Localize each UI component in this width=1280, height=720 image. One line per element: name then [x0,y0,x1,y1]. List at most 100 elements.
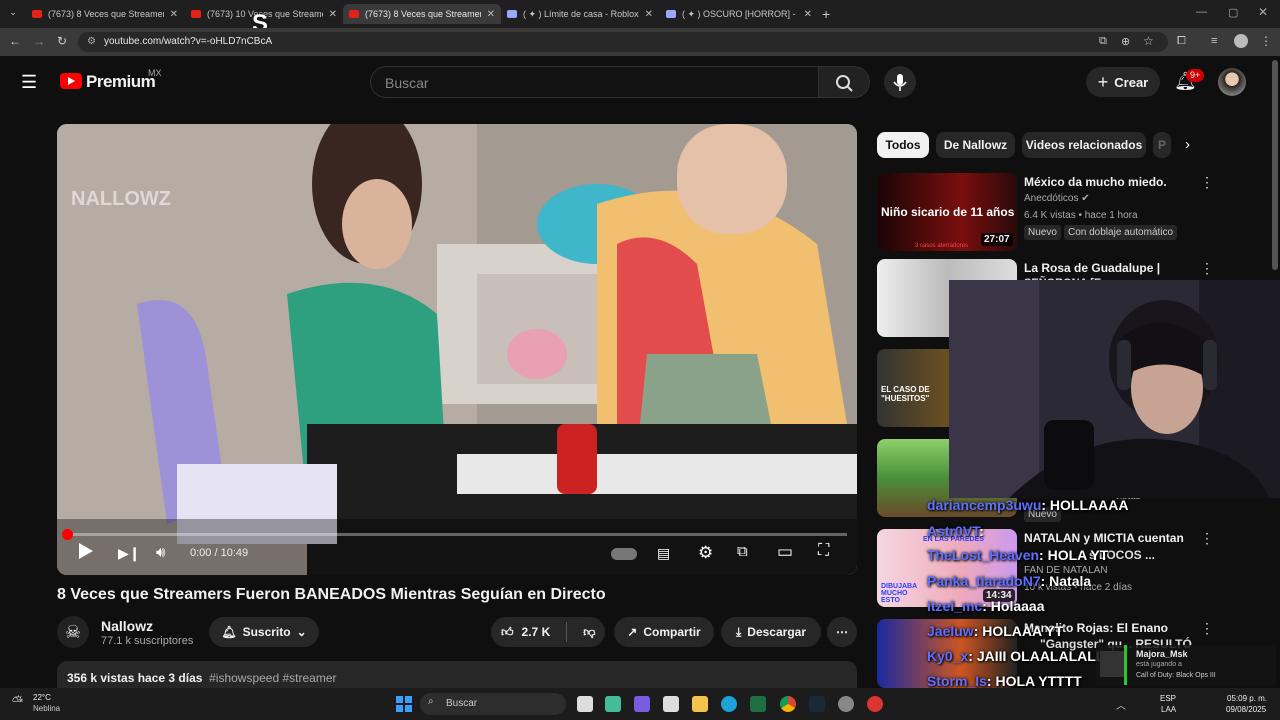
chat-user: Astr0VT [927,523,980,539]
theater-mode-icon[interactable]: ▭ [777,542,793,562]
youtube-logo-icon[interactable] [60,73,82,89]
new-tab-icon[interactable]: + [822,6,830,22]
page-scrollbar[interactable] [1272,60,1278,270]
settings-gear-icon[interactable]: ⚙ [698,543,713,563]
chip-related[interactable]: Videos relacionados [1022,132,1146,158]
play-icon[interactable] [79,543,93,559]
rec-menu-icon[interactable]: ⋮ [1200,620,1214,637]
rec-title[interactable]: NATALAN y MICTIA cuentan [1024,530,1204,546]
site-info-icon[interactable]: ⚙ [87,36,96,47]
close-tab-icon[interactable]: ✕ [170,9,178,20]
extensions-icon[interactable]: ⧠ [1177,35,1186,48]
tab-list-icon[interactable]: ⌄ [6,7,20,21]
app-icon-1[interactable] [605,696,621,712]
rec-menu-icon[interactable]: ⋮ [1200,174,1214,191]
rec-channel-name: Anecdóticos [1024,193,1079,204]
store-icon[interactable] [663,696,679,712]
like-count: 2.7 K [521,625,551,639]
windows-start-icon[interactable] [396,696,412,712]
hamburger-menu-icon[interactable]: ☰ [21,72,37,93]
account-avatar[interactable] [1218,68,1246,96]
lang-code[interactable]: ESP [1160,694,1176,703]
rec-title[interactable]: México da mucho miedo. [1024,174,1204,190]
rec-thumbnail[interactable]: Niño sicario de 11 años 3 casos aterrado… [877,173,1017,251]
chip-more[interactable]: P [1153,132,1171,158]
obs-icon[interactable] [838,696,854,712]
reading-list-icon[interactable]: ≡ [1211,35,1217,47]
minimize-icon[interactable]: — [1196,6,1207,18]
file-explorer-icon[interactable] [692,696,708,712]
clock-date[interactable]: 09/08/2025 [1226,705,1266,714]
keyboard-layout[interactable]: LAA [1161,705,1176,714]
forward-icon[interactable]: → [33,34,45,48]
browser-tab[interactable]: ( ✦ ) OSCURO [HORROR] - Rob ✕ [660,4,818,24]
bookmark-star-icon[interactable]: ☆ [1143,34,1154,48]
chip-all[interactable]: Todos [877,132,929,158]
download-button[interactable]: ⤓ Descargar [721,617,821,647]
time-display: 0:00 / 10:49 [190,547,249,559]
logo-text[interactable]: Premium [86,72,156,92]
url-text[interactable]: youtube.com/watch?v=-oHLD7nCBcA [104,36,272,47]
app-icon-2[interactable] [867,696,883,712]
rec-menu-icon[interactable]: ⋮ [1200,260,1214,277]
profile-icon[interactable] [1234,34,1248,48]
create-button[interactable]: + Crear [1086,67,1160,97]
zoom-icon[interactable]: ⊕ [1121,35,1130,48]
channel-name[interactable]: Nallowz [101,618,153,634]
close-tab-icon[interactable]: ✕ [645,9,653,20]
rec-channel[interactable]: Anecdóticos ✔ [1024,193,1090,204]
next-video-icon[interactable]: ▶❙ [118,545,141,562]
chrome-icon[interactable] [780,696,796,712]
clock-time[interactable]: 05:09 p. m. [1227,694,1267,703]
progress-scrubber[interactable] [62,529,73,540]
taskbar-search[interactable]: Buscar [420,693,566,715]
like-button[interactable]: 👍︎ 2.7 K [501,625,550,640]
microphone-icon [893,74,907,91]
weather-temp[interactable]: 22°C [33,693,51,702]
tray-chevron-icon[interactable]: ︿ [1116,697,1126,712]
search-input[interactable]: Buscar [370,66,818,98]
chip-channel[interactable]: De Nallowz [936,132,1015,158]
task-view-icon[interactable] [577,696,593,712]
install-icon[interactable]: ⧉ [1099,35,1107,48]
hashtags[interactable]: #ishowspeed #streamer [209,671,336,685]
weather-desc[interactable]: Neblina [33,704,60,713]
thumbs-down-icon[interactable]: 👎︎ [583,625,595,640]
edge-icon[interactable] [721,696,737,712]
browser-tab[interactable]: ( ✦ ) Límite de casa - Roblox ✕ [501,4,659,24]
reload-icon[interactable]: ↻ [57,34,67,48]
volume-icon[interactable]: 🔊︎ [156,544,165,561]
tab-title: ( ✦ ) OSCURO [HORROR] - Rob [682,8,798,19]
progress-bar[interactable] [62,529,847,540]
excel-icon[interactable] [750,696,766,712]
maximize-icon[interactable]: ▢ [1228,6,1238,19]
browser-menu-icon[interactable]: ⋮ [1260,34,1272,48]
close-tab-icon[interactable]: ✕ [329,9,337,20]
autoplay-toggle[interactable] [611,548,637,560]
share-button[interactable]: ↗ Compartir [614,617,714,647]
rec-thumbnail[interactable]: EN LAS PAREDES DIBUJABA MUCHO ESTO 14:34 [877,529,1017,607]
voice-search-button[interactable] [884,66,916,98]
close-tab-icon[interactable]: ✕ [804,9,812,20]
video-player[interactable]: NALLOWZ ▶❙ 🔊︎ 0:00 / 10:49 ▤ ⚙ ⧉ ▭ ⛶ [57,124,857,575]
more-actions-button[interactable]: ⋯ [827,617,857,647]
miniplayer-icon[interactable]: ⧉ [737,543,748,560]
subtitles-icon[interactable]: ▤ [657,545,670,562]
plus-icon: + [1097,71,1109,92]
close-tab-icon[interactable]: ✕ [487,9,495,20]
browser-tab[interactable]: (7673) 8 Veces que Streamers F ✕ [343,4,501,24]
fullscreen-icon[interactable]: ⛶ [818,542,829,560]
steam-icon[interactable] [809,696,825,712]
channel-avatar[interactable]: ☠ [57,616,89,648]
browser-tab[interactable]: (7673) 8 Veces que Streamers B ✕ [26,4,184,24]
chat-message: Ky0_x: JAIII OLAALALALLA [927,648,1114,664]
chevron-right-icon[interactable]: › [1185,136,1190,153]
rec-menu-icon[interactable]: ⋮ [1200,530,1214,547]
rec-title[interactable]: La Rosa de Guadalupe | [1024,260,1204,276]
copilot-icon[interactable] [634,696,650,712]
subscribed-button[interactable]: 🔔︎ Suscrito ⌄ [209,617,319,647]
close-window-icon[interactable]: ✕ [1258,5,1268,19]
search-button[interactable] [818,66,870,98]
weather-icon[interactable]: ⛅︎ [12,693,23,710]
back-icon[interactable]: ← [9,34,21,48]
